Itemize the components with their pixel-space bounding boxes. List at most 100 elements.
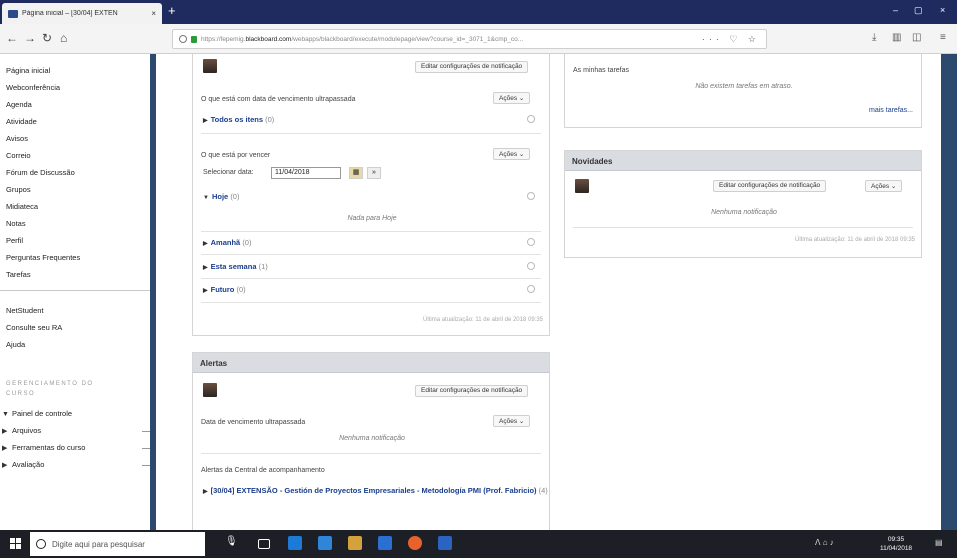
divider (201, 133, 541, 134)
back-icon[interactable]: ← (6, 31, 18, 45)
close-window-button[interactable]: × (940, 5, 945, 15)
collapse-icon[interactable] (527, 262, 535, 270)
date-input[interactable]: 11/04/2018 (271, 167, 341, 179)
edit-notifications-button[interactable]: Editar configurações de notificação (713, 180, 827, 192)
firefox-icon[interactable] (408, 536, 422, 550)
divider (201, 231, 541, 232)
tasks-module: As minhas tarefas Não existem tarefas em… (564, 54, 922, 128)
news-header: Novidades (565, 151, 921, 171)
mail-icon[interactable] (378, 536, 392, 550)
forward-icon[interactable]: → (24, 31, 36, 45)
task-view-icon[interactable] (258, 539, 270, 549)
lock-icon[interactable] (191, 35, 197, 43)
sidebar-item-perguntas[interactable]: Perguntas Frequentes (6, 253, 80, 262)
sidebar-item-perfil[interactable]: Perfil (6, 236, 23, 245)
sidebar-item-atividade[interactable]: Atividade (6, 117, 37, 126)
menu-icon[interactable]: ≡ (940, 32, 946, 43)
sidebar-item-netstudent[interactable]: NetStudent (6, 306, 44, 315)
tomorrow-toggle[interactable]: ▶ Amanhã (0) (203, 238, 251, 247)
all-items-link[interactable]: ▶ Todos os itens (0) (203, 115, 274, 124)
tab-close-icon[interactable]: × (151, 9, 156, 18)
sidebar-item-ajuda[interactable]: Ajuda (6, 340, 25, 349)
tree-item-painel[interactable]: ▼ Painel de controle (2, 409, 72, 418)
edge-icon[interactable] (288, 536, 302, 550)
alerts-module: Alertas Editar configurações de notifica… (192, 352, 550, 530)
news-module: Novidades Editar configurações de notifi… (564, 150, 922, 258)
today-toggle[interactable]: ▼ Hoje (0) (203, 192, 239, 201)
todo-module: Editar configurações de notificação O qu… (192, 54, 550, 336)
overdue-title: O que está com data de vencimento ultrap… (201, 96, 356, 103)
sidebar-item-avisos[interactable]: Avisos (6, 134, 28, 143)
collapse-icon[interactable] (527, 238, 535, 246)
collapse-icon[interactable] (527, 192, 535, 200)
alerts-header: Alertas (193, 353, 549, 373)
sidebar-item-grupos[interactable]: Grupos (6, 185, 31, 194)
tree-item-arquivos[interactable]: ▶ Arquivos (2, 426, 150, 435)
sidebar-item-agenda[interactable]: Agenda (6, 100, 32, 109)
user-avatar (203, 383, 217, 397)
future-toggle[interactable]: ▶ Futuro (0) (203, 285, 246, 294)
sidebar-icon[interactable]: ◫ (912, 32, 921, 43)
system-tray-icons[interactable]: ᐱ ⌂ ♪ (815, 538, 834, 547)
address-bar[interactable]: https://fepemig.blackboard.com/webapps/b… (172, 29, 767, 49)
store-icon[interactable] (318, 536, 332, 550)
reload-icon[interactable]: ↻ (42, 31, 52, 45)
new-tab-button[interactable]: + (168, 4, 176, 18)
site-favicon-icon (8, 9, 18, 18)
minimize-button[interactable]: – (893, 5, 898, 15)
collapse-icon[interactable] (527, 115, 535, 123)
last-updated-text: Última atualização: 11 de abril de 2018 … (795, 237, 915, 243)
alerts-actions-button[interactable]: Ações ⌄ (493, 415, 531, 427)
page-actions-icon[interactable]: ··· ♡ ☆ (702, 34, 760, 45)
edit-notifications-button[interactable]: Editar configurações de notificação (415, 61, 529, 73)
sidebar-item-pagina-inicial[interactable]: Página inicial (6, 66, 50, 75)
notifications-icon[interactable]: ▤ (935, 538, 943, 547)
sidebar-item-tarefas[interactable]: Tarefas (6, 270, 31, 279)
edit-notifications-button[interactable]: Editar configurações de notificação (415, 385, 529, 397)
browser-tab[interactable]: Página inicial – [30/04] EXTEN × (2, 3, 162, 24)
upcoming-title: O que está por vencer (201, 152, 271, 159)
taskbar-clock[interactable]: 09:35 11/04/2018 (880, 535, 912, 553)
sidebar-item-forum[interactable]: Fórum de Discussão (6, 168, 75, 177)
download-icon[interactable]: ⤓ (872, 32, 876, 43)
course-alert-link[interactable]: ▶ [30/04] EXTENSÃO - Gestión de Proyectos… (203, 486, 548, 497)
divider (201, 302, 541, 303)
calendar-icon[interactable]: ▦ (349, 167, 363, 179)
url-text[interactable]: https://fepemig.blackboard.com/webapps/b… (201, 36, 696, 43)
overdue-actions-button[interactable]: Ações ⌄ (493, 92, 531, 104)
user-avatar (575, 179, 589, 193)
nothing-today-text: Nada para Hoje (347, 215, 397, 222)
windows-start-icon[interactable] (10, 538, 22, 550)
tasks-title: As minhas tarefas (573, 67, 630, 74)
info-icon[interactable] (179, 35, 187, 43)
course-sidebar: Página inicial Webconferência Agenda Ati… (0, 54, 156, 530)
sidebar-edge (150, 54, 156, 530)
sidebar-divider (0, 290, 150, 291)
library-icon[interactable]: ▥ (892, 32, 901, 43)
overdue-alerts-title: Data de vencimento ultrapassada (201, 419, 306, 426)
news-actions-button[interactable]: Ações ⌄ (865, 180, 903, 192)
management-heading: GERENCIAMENTO DO CURSO (6, 381, 94, 397)
go-button[interactable]: » (367, 167, 381, 179)
sidebar-item-notas[interactable]: Notas (6, 219, 26, 228)
taskbar-search[interactable]: Digite aqui para pesquisar (30, 532, 205, 556)
last-updated-text: Última atualização: 11 de abril de 2018 … (423, 317, 543, 323)
tree-item-avaliacao[interactable]: ▶ Avaliação (2, 460, 150, 469)
divider (573, 227, 913, 228)
sidebar-item-midiateca[interactable]: Midiateca (6, 202, 38, 211)
home-icon[interactable]: ⌂ (60, 31, 67, 45)
tab-title: Página inicial – [30/04] EXTEN (22, 10, 118, 17)
this-week-toggle[interactable]: ▶ Esta semana (1) (203, 262, 268, 271)
app-icon[interactable] (438, 536, 452, 550)
upcoming-actions-button[interactable]: Ações ⌄ (493, 148, 531, 160)
collapse-icon[interactable] (527, 285, 535, 293)
sidebar-item-correio[interactable]: Correio (6, 151, 31, 160)
sidebar-item-consulte-ra[interactable]: Consulte seu RA (6, 323, 62, 332)
maximize-button[interactable]: ▢ (914, 5, 923, 16)
microphone-icon[interactable]: 🎙︎ (225, 536, 239, 550)
tree-item-ferramentas[interactable]: ▶ Ferramentas do curso (2, 443, 150, 452)
more-tasks-link[interactable]: mais tarefas... (869, 107, 913, 114)
tracking-title: Alertas da Central de acompanhamento (201, 467, 325, 474)
sidebar-item-webconferencia[interactable]: Webconferência (6, 83, 60, 92)
file-explorer-icon[interactable] (348, 536, 362, 550)
